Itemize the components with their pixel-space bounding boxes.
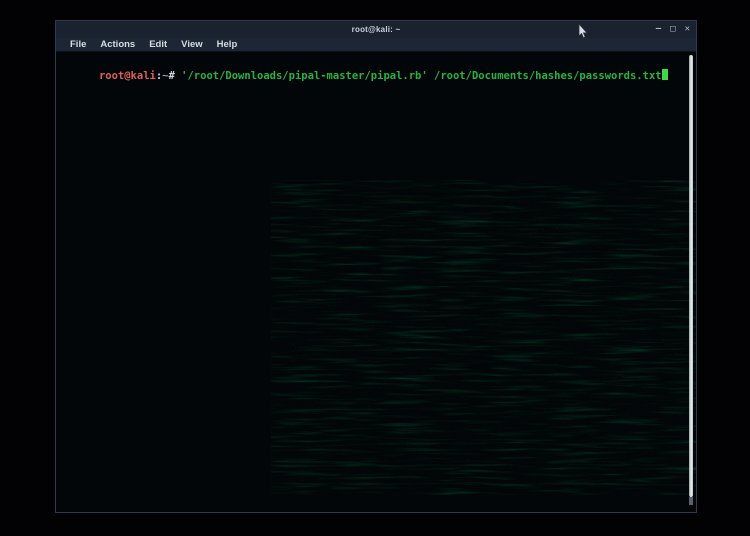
desktop-background: { "window": { "title": "root@kali: ~", "… xyxy=(0,0,750,536)
terminal-screen[interactable]: root@kali:~# '/root/Downloads/pipal-mast… xyxy=(56,52,696,512)
command-line: root@kali:~# '/root/Downloads/pipal-mast… xyxy=(61,56,668,96)
scrollbar-bottom-cap xyxy=(689,497,693,505)
window-title: root@kali: ~ xyxy=(352,25,401,34)
prompt-symbol: # xyxy=(169,70,182,82)
maximize-button[interactable]: □ xyxy=(670,25,675,34)
menu-bar: File Actions Edit View Help xyxy=(56,38,696,52)
prompt-user-host: root@kali xyxy=(99,70,156,82)
menu-item-file[interactable]: File xyxy=(63,38,93,52)
minimize-button[interactable]: – xyxy=(656,25,661,34)
menu-item-view[interactable]: View xyxy=(174,38,209,52)
titlebar[interactable]: root@kali: ~ – □ ✕ xyxy=(56,21,696,38)
command-text: '/root/Downloads/pipal-master/pipal.rb' … xyxy=(181,70,661,82)
menu-item-help[interactable]: Help xyxy=(210,38,245,52)
scrollbar[interactable] xyxy=(689,55,694,505)
menu-item-edit[interactable]: Edit xyxy=(142,38,174,52)
terminal-window: root@kali: ~ – □ ✕ File Actions Edit Vie… xyxy=(55,20,697,513)
scrollbar-thumb[interactable] xyxy=(689,55,693,497)
window-controls: – □ ✕ xyxy=(656,21,690,38)
text-cursor xyxy=(662,69,668,80)
menu-item-actions[interactable]: Actions xyxy=(93,38,142,52)
close-button[interactable]: ✕ xyxy=(685,25,690,34)
ghost-artifact-noise xyxy=(271,180,696,495)
